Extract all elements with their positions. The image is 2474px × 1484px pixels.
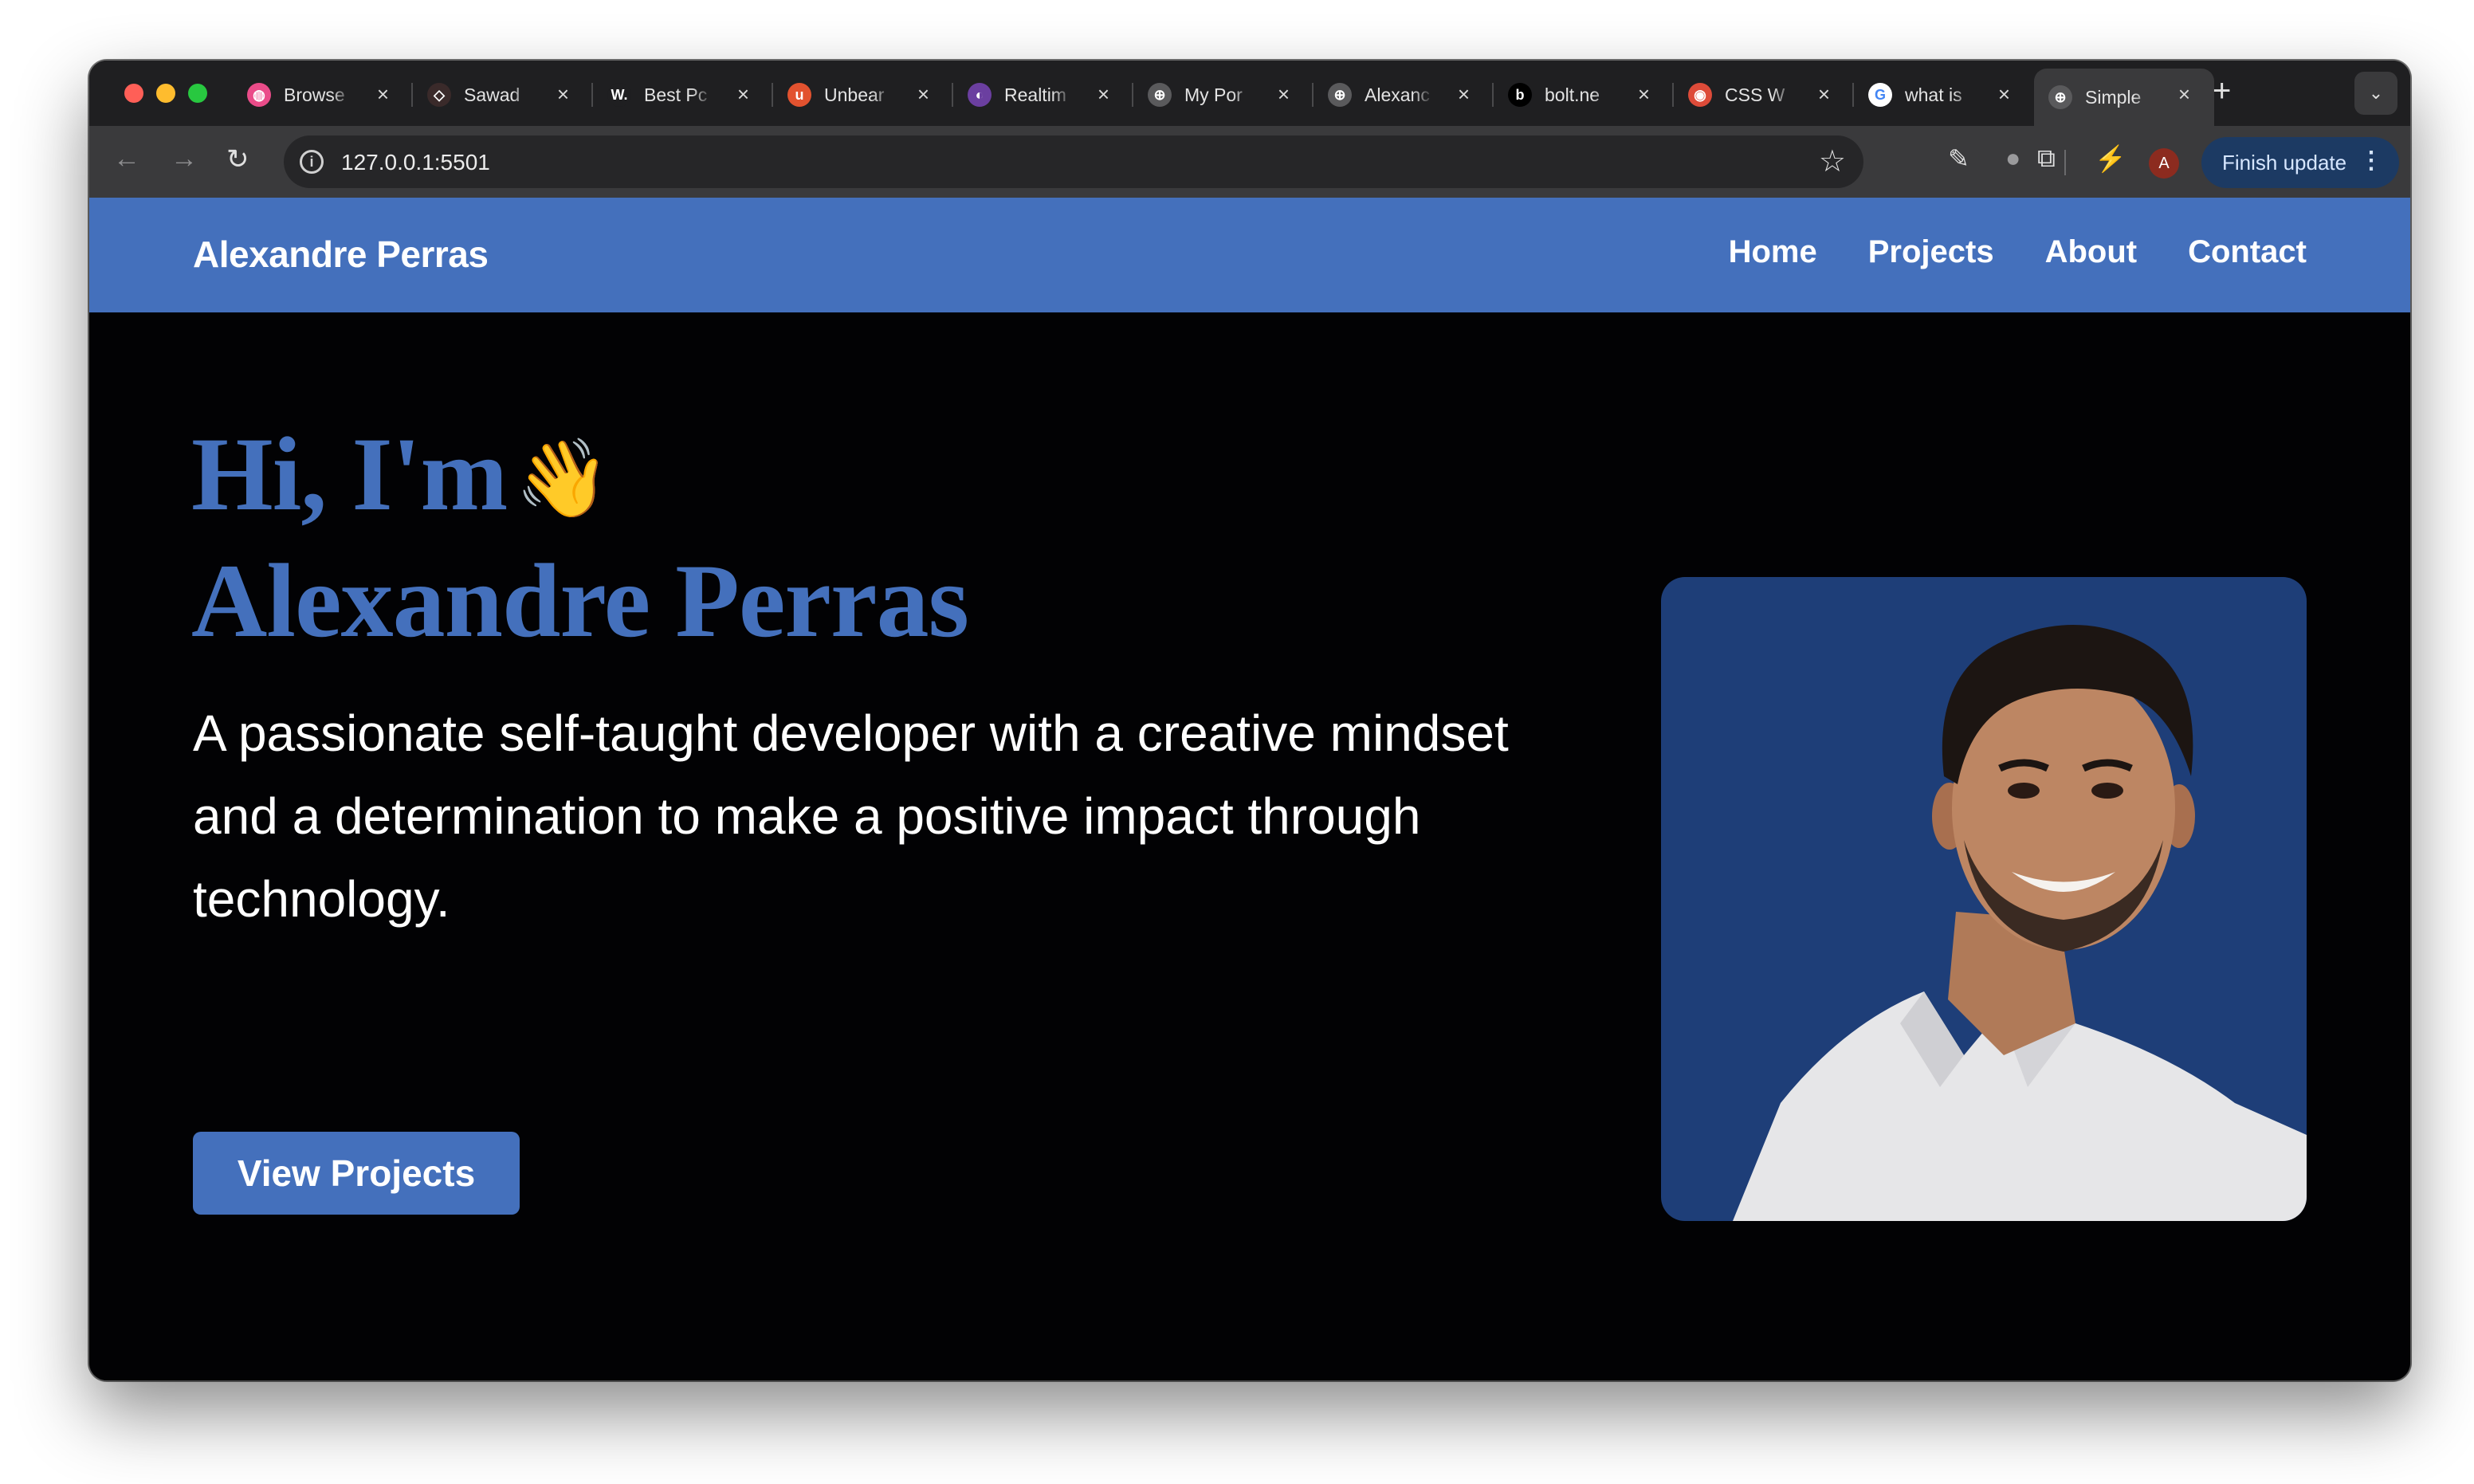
tab-title: Alexanc	[1365, 84, 1430, 105]
tab-title: Unbear	[824, 84, 885, 105]
close-tab-icon[interactable]: ×	[1098, 82, 1109, 107]
browser-tab[interactable]: b bolt.ne ×	[1494, 69, 1674, 121]
tab-strip: ◍ Browse × ◇ Sawad × W. Best Pc × u Unbear × ◐ Realti…	[89, 61, 2410, 126]
tab-title: Simple	[2085, 86, 2142, 108]
browser-tab[interactable]: ⊕ My Por ×	[1133, 69, 1314, 121]
hero-greeting: Hi, I'm	[191, 415, 508, 532]
extension-figure-icon[interactable]: ●	[2005, 143, 2020, 173]
tab-title: Sawad	[464, 84, 520, 105]
close-window-button[interactable]	[124, 84, 143, 103]
bookmark-star-icon[interactable]: ☆	[1819, 143, 1846, 179]
dribbble-icon: ◍	[247, 83, 271, 107]
browser-window: ◍ Browse × ◇ Sawad × W. Best Pc × u Unbear × ◐ Realti…	[89, 61, 2410, 1380]
back-button[interactable]: ←	[113, 143, 140, 175]
close-tab-icon[interactable]: ×	[737, 82, 749, 107]
profile-avatar[interactable]: A	[2149, 148, 2179, 179]
close-tab-icon[interactable]: ×	[1998, 82, 2010, 107]
close-tab-icon[interactable]: ×	[2178, 82, 2190, 107]
reload-button[interactable]: ↻	[226, 143, 249, 175]
diamond-icon: ◇	[427, 83, 451, 107]
site-navbar: Alexandre Perras Home Projects About Con…	[89, 198, 2410, 312]
forward-button[interactable]: →	[171, 143, 198, 175]
nav-link-contact[interactable]: Contact	[2188, 234, 2307, 270]
browser-tab[interactable]: ◉ CSS W ×	[1674, 69, 1854, 121]
address-bar[interactable]: i 127.0.0.1:5501 ☆	[284, 135, 1863, 188]
tab-title: Browse	[284, 84, 345, 105]
profile-photo	[1661, 577, 2307, 1221]
browser-tab[interactable]: ◐ Realtim ×	[953, 69, 1133, 121]
browser-tab[interactable]: ◍ Browse ×	[233, 69, 413, 121]
browser-toolbar: ← → ↻ i 127.0.0.1:5501 ☆ ✎ ● ⧉ ⚡ A Finis…	[89, 126, 2410, 198]
tab-title: what is	[1905, 84, 1962, 105]
close-tab-icon[interactable]: ×	[1458, 82, 1470, 107]
hero-name: Alexandre Perras	[191, 542, 969, 659]
close-tab-icon[interactable]: ×	[377, 82, 389, 107]
url-text[interactable]: 127.0.0.1:5501	[341, 150, 490, 175]
w-icon: W.	[607, 83, 631, 107]
finish-update-button[interactable]: Finish update ⋮	[2201, 137, 2399, 188]
realtime-icon: ◐	[968, 83, 992, 107]
tab-search-button[interactable]: ⌄	[2354, 72, 2397, 115]
tab-title: bolt.ne	[1545, 84, 1600, 105]
extensions-puzzle-icon[interactable]: ⧉	[2037, 143, 2056, 174]
pen-extension-icon[interactable]: ✎	[1948, 143, 1969, 174]
toolbar-divider	[2064, 150, 2066, 175]
tab-title: Best Pc	[644, 84, 708, 105]
browser-tab[interactable]: ⊕ Alexanc ×	[1314, 69, 1494, 121]
globe-icon: ⊕	[1328, 83, 1352, 107]
close-tab-icon[interactable]: ×	[1278, 82, 1290, 107]
performance-icon[interactable]: ⚡	[2095, 143, 2126, 174]
chevron-down-icon: ⌄	[2368, 83, 2384, 103]
browser-tab[interactable]: u Unbear ×	[773, 69, 953, 121]
globe-icon: ⊕	[2048, 85, 2072, 109]
finish-update-label: Finish update	[2222, 150, 2347, 175]
browser-tab[interactable]: Gwhat is ×	[1854, 69, 2034, 121]
more-vert-icon: ⋮	[2359, 147, 2383, 174]
browser-tab[interactable]: ◇ Sawad ×	[413, 69, 593, 121]
globe-icon: ⊕	[1148, 83, 1172, 107]
close-tab-icon[interactable]: ×	[1638, 82, 1650, 107]
tab-title: My Por	[1184, 84, 1243, 105]
site-brand[interactable]: Alexandre Perras	[193, 233, 489, 276]
close-tab-icon[interactable]: ×	[557, 82, 569, 107]
nav-links: Home Projects About Contact	[1729, 234, 2307, 270]
view-projects-button[interactable]: View Projects	[193, 1132, 520, 1215]
u-icon: u	[787, 83, 811, 107]
page-viewport: Alexandre Perras Home Projects About Con…	[89, 198, 2410, 1380]
tabs: ◍ Browse × ◇ Sawad × W. Best Pc × u Unbear × ◐ Realti…	[233, 65, 2214, 126]
nav-link-projects[interactable]: Projects	[1868, 234, 1994, 270]
hero-heading: Hi, I'm 👋 Alexandre Perras	[191, 413, 969, 662]
waving-hand-icon: 👋	[515, 434, 611, 523]
hero-tagline: A passionate self-taught developer with …	[193, 705, 1509, 928]
maximize-window-button[interactable]	[188, 84, 207, 103]
tab-title: Realtim	[1004, 84, 1066, 105]
reload-icon: ↻	[226, 144, 249, 175]
portrait-illustration	[1733, 625, 2307, 1221]
browser-tab[interactable]: ⊕ Simple ×	[2034, 69, 2214, 126]
minimize-window-button[interactable]	[156, 84, 175, 103]
new-tab-button[interactable]: +	[2213, 73, 2231, 109]
close-tab-icon[interactable]: ×	[917, 82, 929, 107]
nav-link-home[interactable]: Home	[1729, 234, 1817, 270]
chrome-icon: ◉	[1688, 83, 1712, 107]
arrow-left-icon: ←	[113, 143, 140, 174]
arrow-right-icon: →	[171, 143, 198, 174]
nav-link-about[interactable]: About	[2045, 234, 2138, 270]
close-tab-icon[interactable]: ×	[1818, 82, 1830, 107]
google-icon: G	[1868, 83, 1892, 107]
bolt-icon: b	[1508, 83, 1532, 107]
tab-title: CSS W	[1725, 84, 1785, 105]
site-info-icon[interactable]: i	[300, 150, 324, 174]
browser-tab[interactable]: W. Best Pc ×	[593, 69, 773, 121]
